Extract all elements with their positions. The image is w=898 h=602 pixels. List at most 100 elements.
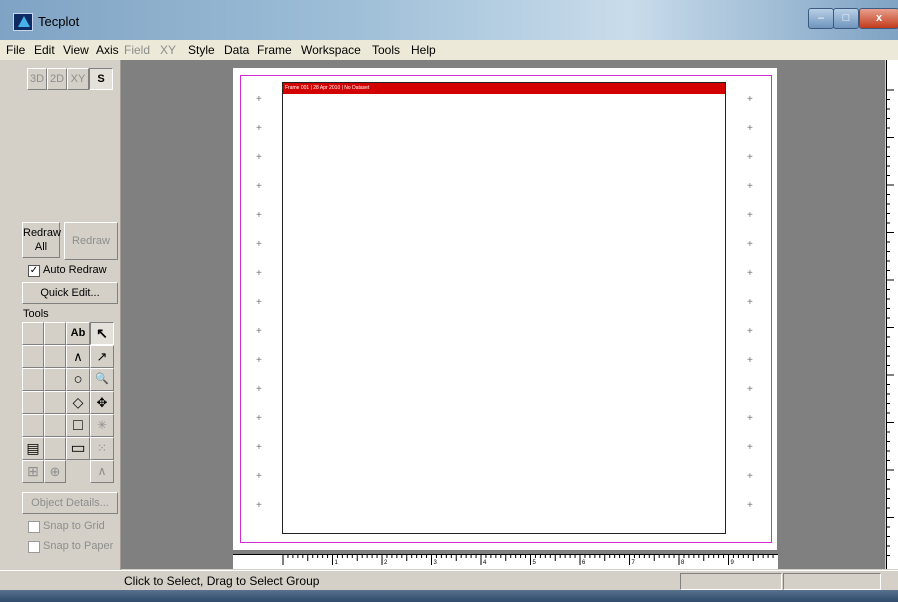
zoom-icon[interactable]: 🔍 <box>90 368 114 391</box>
frame-header[interactable]: Frame 001 | 28 Apr 2010 | No Dataset <box>283 83 725 94</box>
grid-marker: + <box>747 355 753 366</box>
snap-to-paper-checkbox[interactable] <box>28 541 40 553</box>
adjustor-icon[interactable]: ↗ <box>90 345 114 368</box>
window-title: Tecplot <box>38 14 80 29</box>
grid-marker: + <box>256 239 262 250</box>
tool-disabled-icon[interactable] <box>44 414 66 437</box>
grid-marker: + <box>256 210 262 221</box>
grid-marker: + <box>747 413 753 424</box>
menu-help[interactable]: Help <box>411 43 436 57</box>
tool-disabled-icon[interactable] <box>22 391 44 414</box>
frame-tool-icon[interactable]: ▤ <box>22 437 44 460</box>
snap-to-grid-checkbox[interactable] <box>28 521 40 533</box>
tool-disabled-icon[interactable] <box>44 437 66 460</box>
grid-marker: + <box>747 268 753 279</box>
vertical-ruler <box>886 60 898 569</box>
ruler-label: 2 <box>384 560 388 566</box>
menu-tools[interactable]: Tools <box>372 43 400 57</box>
status-pane <box>680 573 782 590</box>
tool-disabled-icon[interactable] <box>44 391 66 414</box>
menu-view[interactable]: View <box>63 43 89 57</box>
ruler-label: 9 <box>731 560 735 566</box>
probe-icon[interactable]: ✳ <box>90 414 114 437</box>
object-details-button[interactable]: Object Details... <box>22 492 118 514</box>
horizontal-ruler: 12345678910 <box>233 554 778 569</box>
square-tool-icon[interactable]: □ <box>66 414 90 437</box>
status-pane <box>783 573 881 590</box>
menu-data[interactable]: Data <box>224 43 249 57</box>
tools-label: Tools <box>23 308 49 320</box>
taskbar <box>0 590 898 602</box>
quick-edit-button[interactable]: Quick Edit... <box>22 282 118 304</box>
status-text: Click to Select, Drag to Select Group <box>124 574 320 588</box>
polyline-tool-icon[interactable]: ∧ <box>66 345 90 368</box>
plot-mode-3d-button[interactable]: 3D <box>27 68 47 90</box>
plot-mode-sketch-button[interactable]: S <box>89 68 113 90</box>
grid-marker: + <box>747 471 753 482</box>
menu-edit[interactable]: Edit <box>34 43 55 57</box>
title-bar: Tecplot – □ x <box>0 0 898 40</box>
close-button[interactable]: x <box>859 8 898 29</box>
ellipse-tool-icon[interactable]: ◇ <box>66 391 90 414</box>
grid-marker: + <box>256 297 262 308</box>
plot-mode-2d-button[interactable]: 2D <box>47 68 67 90</box>
tool-disabled-icon[interactable] <box>44 322 66 345</box>
grid-tool-icon[interactable]: ⊞ <box>22 460 44 483</box>
scatter-tool-icon[interactable]: ⁙ <box>90 437 114 460</box>
grid-marker: + <box>747 210 753 221</box>
ruler-label: 3 <box>434 560 438 566</box>
status-bar: Click to Select, Drag to Select Group <box>0 570 898 590</box>
plot-mode-xy-button[interactable]: XY <box>67 68 89 90</box>
grid-marker: + <box>747 297 753 308</box>
menu-style[interactable]: Style <box>188 43 215 57</box>
minimize-button[interactable]: – <box>808 8 834 29</box>
circle-tool-icon[interactable]: ○ <box>66 368 90 391</box>
translate-icon[interactable]: ✥ <box>90 391 114 414</box>
grid-marker: + <box>747 442 753 453</box>
tool-disabled-icon[interactable] <box>22 368 44 391</box>
menu-frame[interactable]: Frame <box>257 43 292 57</box>
auto-redraw-label: Auto Redraw <box>43 264 107 276</box>
select-arrow-icon[interactable]: ↖ <box>90 322 114 345</box>
menu-field[interactable]: Field <box>124 43 150 57</box>
snap-to-grid-label: Snap to Grid <box>43 520 105 532</box>
tecplot-logo-icon <box>13 13 33 31</box>
frame-001[interactable]: Frame 001 | 28 Apr 2010 | No Dataset <box>282 82 726 534</box>
grid-marker: + <box>256 413 262 424</box>
menu-bar: File Edit View Axis Field XY Style Data … <box>0 40 898 60</box>
menu-xy[interactable]: XY <box>160 43 176 57</box>
grid-marker: + <box>747 326 753 337</box>
maximize-button[interactable]: □ <box>833 8 859 29</box>
grid-marker: + <box>747 500 753 511</box>
rectangle-tool-icon[interactable]: ▭ <box>66 437 90 460</box>
text-tool-icon[interactable]: Ab <box>66 322 90 345</box>
menu-axis[interactable]: Axis <box>96 43 119 57</box>
ruler-label: 7 <box>632 560 636 566</box>
ruler-label: 8 <box>681 560 685 566</box>
grid-marker: + <box>747 152 753 163</box>
tool-disabled-icon[interactable] <box>22 322 44 345</box>
grid-marker: + <box>747 94 753 105</box>
tool-disabled-icon[interactable] <box>44 345 66 368</box>
grid-marker: + <box>256 355 262 366</box>
auto-redraw-checkbox[interactable]: ✓ <box>28 265 40 277</box>
snap-to-paper-label: Snap to Paper <box>43 540 114 552</box>
grid-marker: + <box>747 384 753 395</box>
menu-file[interactable]: File <box>6 43 25 57</box>
tool-disabled-icon[interactable] <box>44 368 66 391</box>
grid-marker: + <box>747 123 753 134</box>
grid-marker: + <box>747 181 753 192</box>
redraw-all-button[interactable]: Redraw All <box>22 222 61 258</box>
tool-disabled-icon[interactable] <box>22 414 44 437</box>
tool-disabled-icon[interactable] <box>22 345 44 368</box>
ruler-label: 6 <box>582 560 586 566</box>
grid-marker: + <box>256 268 262 279</box>
ruler-label: 1 <box>335 560 339 566</box>
menu-workspace[interactable]: Workspace <box>301 43 361 57</box>
grid-marker: + <box>256 442 262 453</box>
grid-marker: + <box>256 471 262 482</box>
geometry-tool-icon[interactable]: ∧ <box>90 460 114 483</box>
grid-marker: + <box>256 326 262 337</box>
rotate-tool-icon[interactable]: ⊕ <box>44 460 66 483</box>
redraw-button[interactable]: Redraw <box>64 222 118 260</box>
